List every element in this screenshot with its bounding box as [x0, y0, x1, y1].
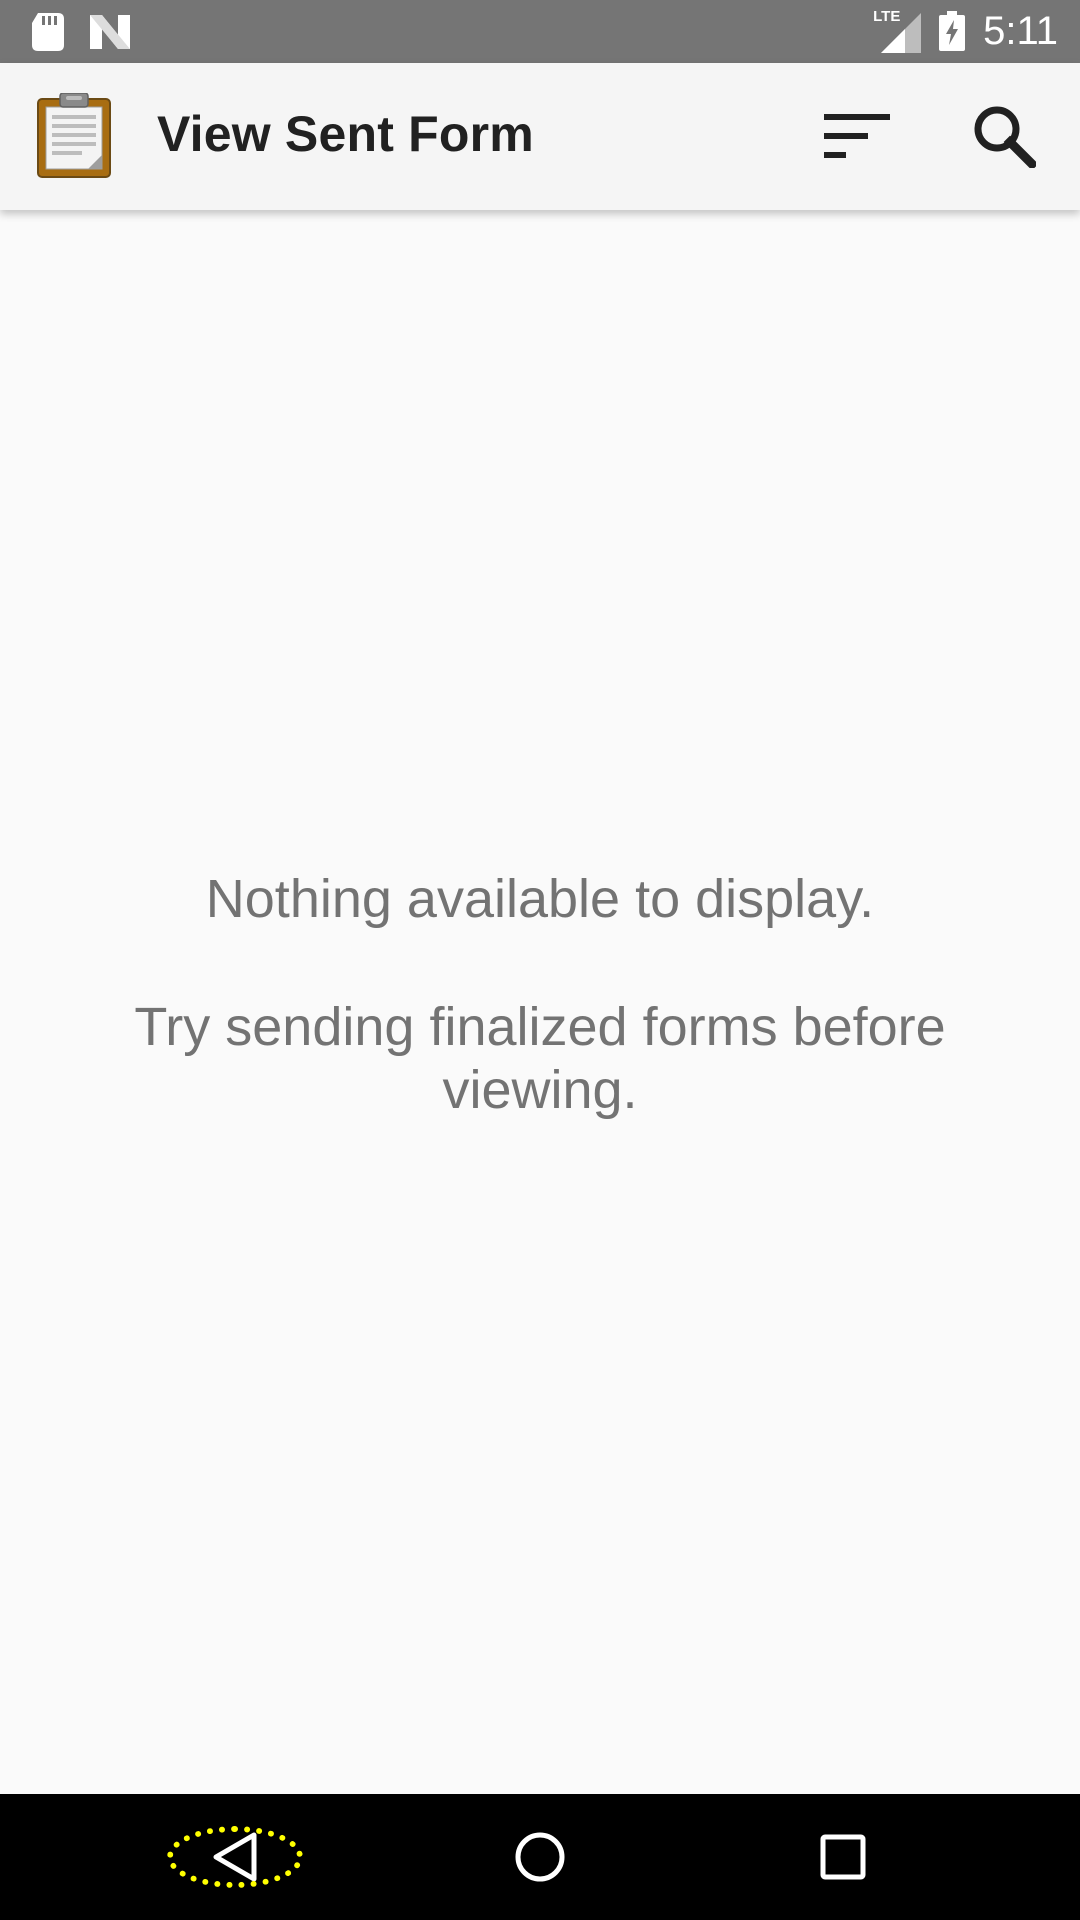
content-area: Nothing available to display. Try sendin…: [0, 210, 1080, 1794]
battery-charging-icon: [939, 11, 966, 51]
recents-icon: [820, 1834, 866, 1880]
search-icon: [972, 104, 1036, 168]
network-label: LTE: [873, 8, 901, 25]
n-logo-icon: [90, 15, 130, 49]
empty-state-title: Nothing available to display.: [205, 869, 875, 929]
app-bar: View Sent Form: [0, 63, 1080, 210]
status-notifications: [32, 12, 130, 52]
status-time: 5:11: [983, 9, 1058, 53]
sort-button[interactable]: [815, 101, 899, 171]
page-title: View Sent Form: [157, 106, 534, 162]
sd-card-icon: [32, 13, 64, 51]
empty-state-message: Nothing available to display. Try sendin…: [60, 868, 1020, 1122]
navigation-bar: [0, 1794, 1080, 1920]
lte-signal-icon: LTE: [873, 8, 922, 53]
clipboard-icon: [36, 92, 112, 179]
search-button[interactable]: [962, 96, 1046, 176]
recents-button[interactable]: [783, 1812, 903, 1902]
home-icon: [514, 1831, 566, 1883]
status-bar: LTE 5:11: [0, 0, 1080, 63]
home-button[interactable]: [480, 1812, 600, 1902]
sort-icon: [824, 114, 890, 158]
back-button[interactable]: [175, 1812, 295, 1902]
empty-state-hint: Try sending finalized forms before viewi…: [134, 997, 946, 1120]
status-system: LTE 5:11: [873, 8, 1058, 54]
back-icon: [212, 1831, 258, 1883]
